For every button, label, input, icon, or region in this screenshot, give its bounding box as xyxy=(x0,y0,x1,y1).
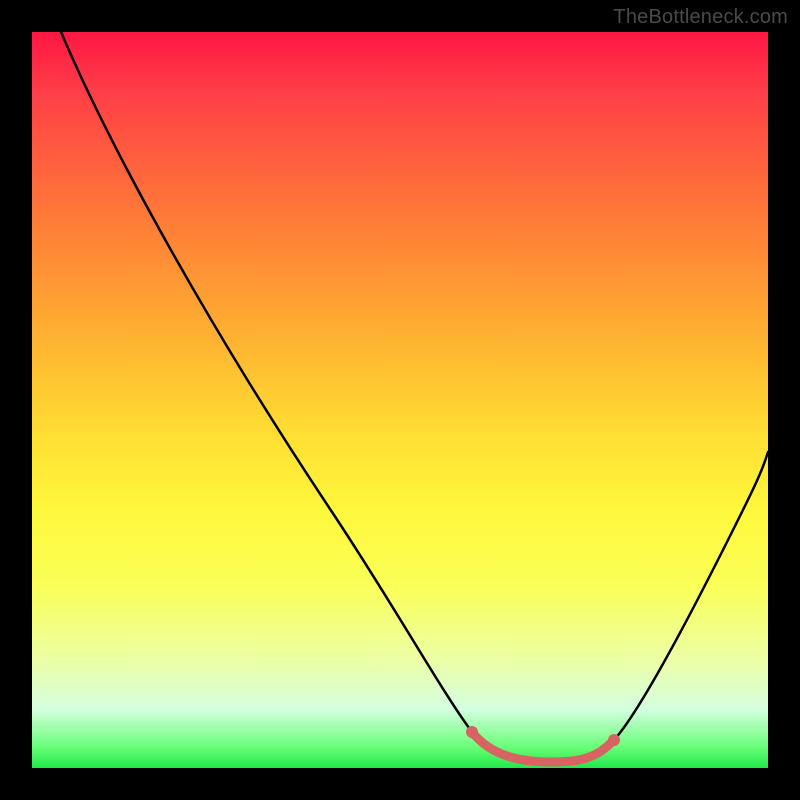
watermark-text: TheBottleneck.com xyxy=(613,6,788,29)
plot-area xyxy=(32,32,768,768)
gradient-background xyxy=(32,32,768,768)
chart-frame: TheBottleneck.com xyxy=(0,0,800,800)
